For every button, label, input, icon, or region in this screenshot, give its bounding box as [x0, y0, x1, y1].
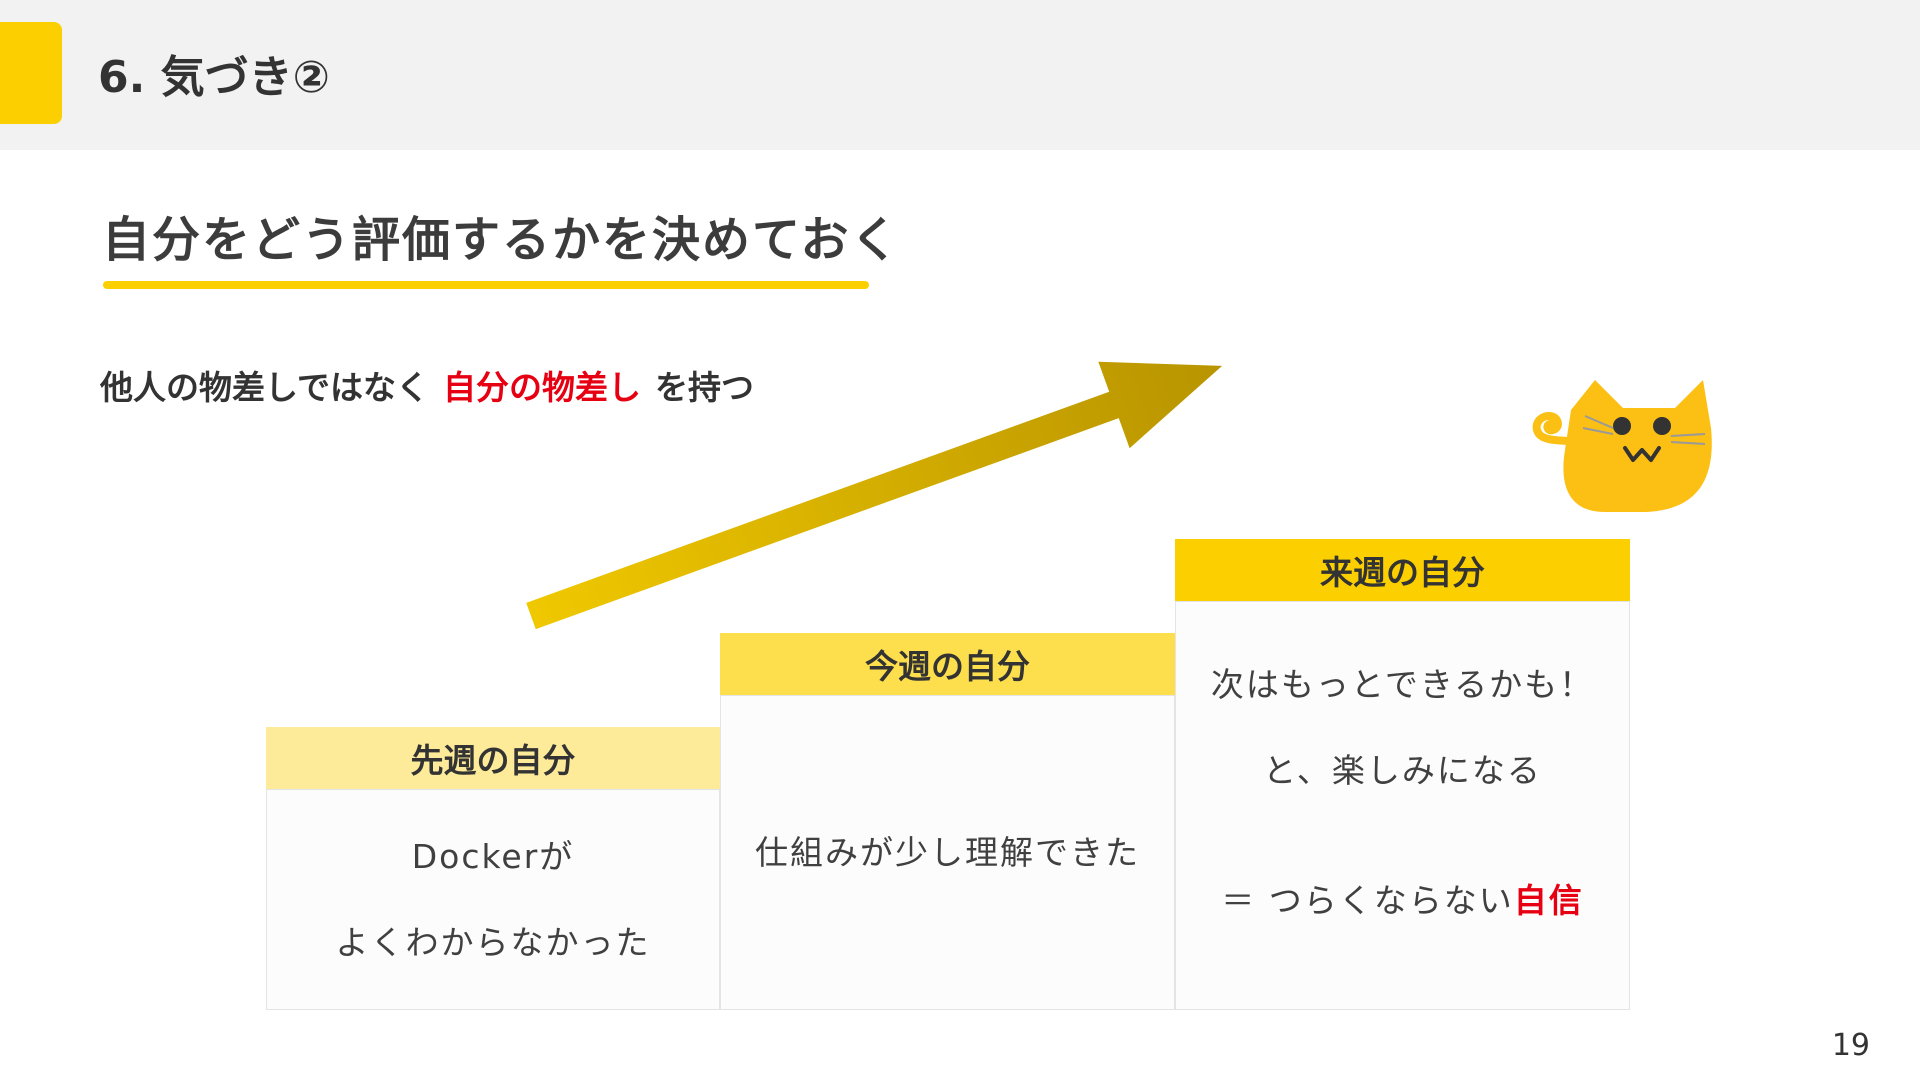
confidence-conclusion: ＝ つらくならない自信: [1176, 874, 1629, 922]
heading-underline: [103, 281, 869, 289]
statement-after: を持つ: [655, 368, 755, 407]
step-body: Dockerが よくわからなかった: [266, 789, 720, 1010]
step-text: と、楽しみになる: [1263, 751, 1542, 790]
conclusion-prefix: ＝ つらくならない: [1221, 881, 1514, 920]
step-text: よくわからなかった: [335, 923, 651, 962]
step-last-week: 先週の自分 Dockerが よくわからなかった: [266, 727, 720, 1010]
header-accent-bar: [0, 22, 62, 124]
step-text: 次はもっとできるかも！: [1210, 665, 1595, 704]
step-this-week: 今週の自分 仕組みが少し理解できた: [720, 633, 1175, 1010]
step-next-week: 来週の自分 次はもっとできるかも！ と、楽しみになる ＝ つらくならない自信: [1175, 539, 1630, 1010]
cat-mascot-icon: [1532, 380, 1712, 512]
step-heading: 先週の自分: [266, 727, 720, 789]
step-body: 次はもっとできるかも！ と、楽しみになる ＝ つらくならない自信: [1175, 601, 1630, 1010]
step-text: Dockerが: [411, 837, 575, 876]
page-number: 19: [1831, 1028, 1870, 1063]
step-heading: 来週の自分: [1175, 539, 1630, 601]
section-heading: 自分をどう評価するかを決めておく: [102, 212, 901, 268]
statement-highlight: 自分の物差し: [443, 368, 642, 407]
conclusion-highlight: 自信: [1513, 881, 1584, 920]
step-text: 仕組みが少し理解できた: [755, 833, 1140, 872]
step-heading: 今週の自分: [720, 633, 1175, 695]
statement-before: 他人の物差しではなく: [100, 368, 430, 407]
key-statement: 他人の物差しではなく 自分の物差し を持つ: [100, 366, 754, 410]
step-body: 仕組みが少し理解できた: [720, 695, 1175, 1010]
slide-title: 6. 気づき②: [98, 52, 330, 103]
